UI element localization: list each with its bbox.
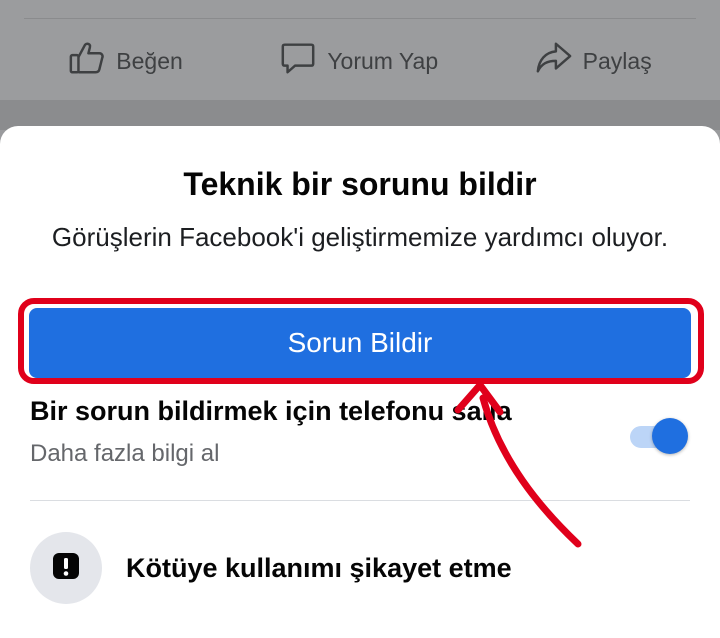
post-divider <box>24 18 696 19</box>
comment-button[interactable]: Yorum Yap <box>279 39 438 83</box>
like-label: Beğen <box>116 47 183 74</box>
like-button[interactable]: Beğen <box>68 39 183 83</box>
comment-icon <box>279 39 317 83</box>
post-actions-bar: Beğen Yorum Yap Paylaş <box>0 30 720 92</box>
shake-toggle[interactable] <box>630 416 690 456</box>
report-abuse-label: Kötüye kullanımı şikayet etme <box>126 552 512 583</box>
highlight-annotation <box>18 298 704 384</box>
post-background: Beğen Yorum Yap Paylaş <box>0 0 720 100</box>
share-icon <box>535 39 573 83</box>
comment-label: Yorum Yap <box>327 47 439 74</box>
shake-title: Bir sorun bildirmek için telefonu salla <box>30 396 512 426</box>
thumbs-up-icon <box>68 39 106 83</box>
share-button[interactable]: Paylaş <box>535 39 652 83</box>
shake-to-report-row[interactable]: Bir sorun bildirmek için telefonu salla … <box>30 396 690 476</box>
divider <box>30 500 690 501</box>
report-abuse-row[interactable]: Kötüye kullanımı şikayet etme <box>30 528 690 608</box>
abuse-icon-circle <box>30 532 102 604</box>
share-label: Paylaş <box>582 47 652 74</box>
learn-more-link[interactable]: Daha fazla bilgi al <box>30 440 219 468</box>
exclamation-icon <box>51 551 81 586</box>
sheet-subtitle: Görüşlerin Facebook'i geliştirmemize yar… <box>51 222 669 252</box>
sheet-title: Teknik bir sorunu bildir <box>183 166 537 202</box>
screen: Beğen Yorum Yap Paylaş Teknik bir sorunu… <box>0 0 720 638</box>
toggle-knob <box>652 418 688 454</box>
report-problem-sheet: Teknik bir sorunu bildir Görüşlerin Face… <box>0 126 720 638</box>
